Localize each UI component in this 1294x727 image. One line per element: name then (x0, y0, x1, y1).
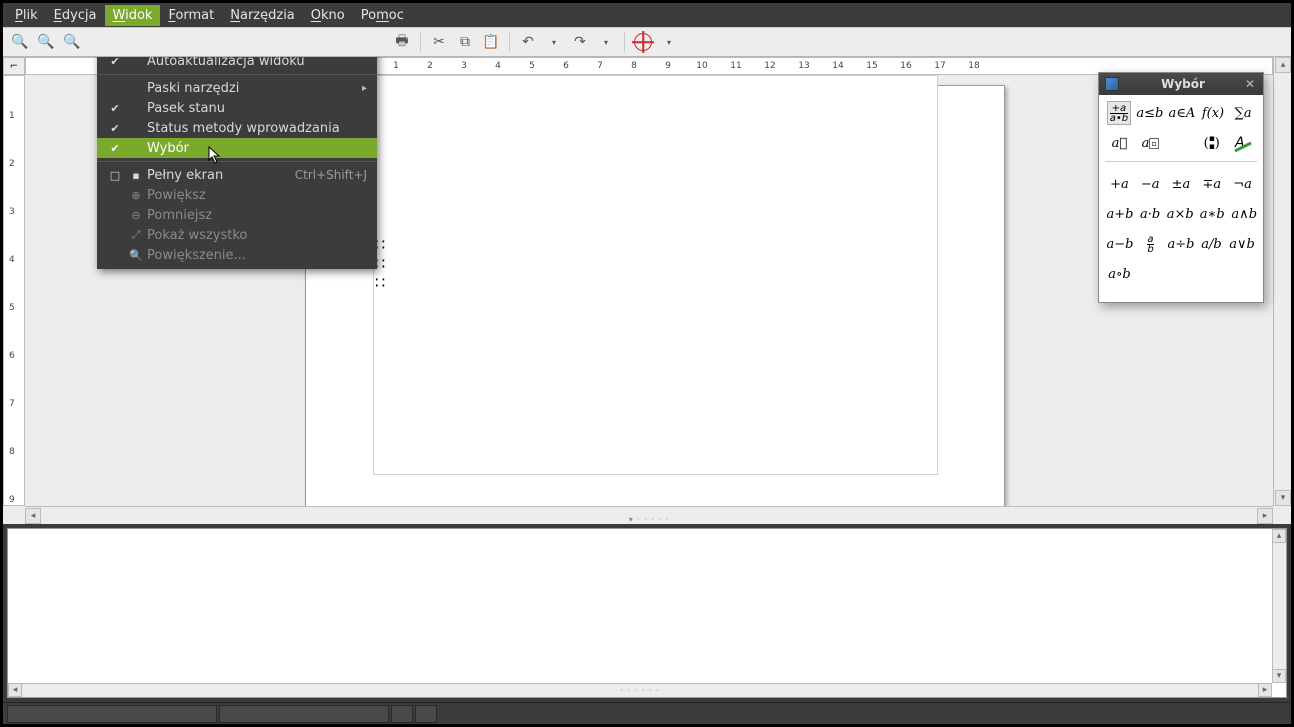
palette-op[interactable]: A (1230, 131, 1255, 155)
lower-splitter-grip[interactable]: · · · · · · (621, 686, 660, 695)
palette-op[interactable]: a·b (1139, 202, 1161, 226)
palette-op[interactable]: f(x) (1201, 101, 1225, 125)
menu-format[interactable]: Format (160, 5, 222, 26)
menuitem-pełny-ekran[interactable]: □▪Pełny ekranCtrl+Shift+J (97, 165, 377, 185)
lower-vertical-scrollbar[interactable]: ▴ ▾ (1272, 529, 1286, 683)
horizontal-scrollbar[interactable]: ◂ ▸ ▾ · · · · · (25, 506, 1273, 524)
undo-dropdown-icon[interactable]: ▾ (543, 31, 565, 53)
menuitem-powiększenie-: 🔍Powiększenie... (97, 245, 377, 265)
statusbar (3, 702, 1291, 724)
palette-op[interactable]: ∓a (1199, 172, 1224, 196)
menubar: PlikEdycjaWidokFormatNarzędziaOknoPomoc (3, 3, 1291, 27)
palette-op (1199, 262, 1224, 286)
redo-icon[interactable]: ↷ (569, 31, 591, 53)
palette-op[interactable]: a∗b (1199, 202, 1225, 226)
palette-op[interactable]: a∈A (1169, 101, 1195, 125)
menu-pomoc[interactable]: Pomoc (353, 5, 412, 26)
menuitem-autoaktualizacja-widoku[interactable]: ✔Autoaktualizacja widoku (97, 57, 377, 71)
palette-app-icon (1105, 77, 1119, 91)
palette-op[interactable]: −a (1138, 172, 1163, 196)
menu-widok[interactable]: Widok (105, 5, 161, 26)
copy-icon[interactable]: ⧉ (454, 31, 476, 53)
document-text-frame[interactable] (373, 75, 938, 475)
palette-op[interactable]: ab (1139, 232, 1162, 256)
menu-edycja[interactable]: Edycja (46, 5, 105, 26)
menuitem-paski-narzędzi[interactable]: Paski narzędzi▸ (97, 78, 377, 98)
palette-title-text: Wybór (1123, 77, 1243, 91)
formula-input-pane[interactable]: ▴ ▾ ◂ ▸ · · · · · · (7, 528, 1287, 698)
palette-op[interactable]: ∑a (1231, 101, 1255, 125)
palette-op[interactable]: a÷b (1168, 232, 1194, 256)
palette-op[interactable]: ¬a (1230, 172, 1255, 196)
menu-narzędzia[interactable]: Narzędzia (222, 5, 303, 26)
ruler-corner[interactable]: ⌐ (3, 57, 25, 75)
palette-op (1230, 262, 1255, 286)
cursor-pointer-icon (208, 146, 224, 166)
palette-body: +aa•ba≤ba∈Af(x)∑a a⃗a▫ (▪▪)A +a−a±a∓a¬a a+… (1099, 95, 1263, 302)
close-icon[interactable]: ✕ (1243, 77, 1257, 91)
paste-icon[interactable]: 📋 (480, 31, 502, 53)
menuitem-pokaż-wszystko: ⤢Pokaż wszystko (97, 225, 377, 245)
menu-okno[interactable]: Okno (303, 5, 353, 26)
palette-op[interactable]: +a (1107, 172, 1132, 196)
palette-titlebar[interactable]: Wybór ✕ (1099, 73, 1263, 95)
status-cell-4[interactable] (415, 705, 437, 723)
cut-icon[interactable]: ✂ (428, 31, 450, 53)
status-cell-2 (219, 705, 389, 723)
palette-op[interactable]: a×b (1167, 202, 1193, 226)
menu-plik[interactable]: Plik (7, 5, 46, 26)
status-cell-1 (7, 705, 217, 723)
palette-op[interactable]: a∘b (1107, 262, 1132, 286)
palette-op[interactable]: a−b (1107, 232, 1133, 256)
palette-op[interactable]: a/b (1200, 232, 1223, 256)
palette-op[interactable]: ±a (1169, 172, 1194, 196)
ruler-vertical[interactable]: 123456789 (3, 75, 25, 506)
palette-op[interactable]: a+b (1107, 202, 1133, 226)
palette-op (1138, 262, 1163, 286)
palette-op[interactable]: a∧b (1231, 202, 1257, 226)
zoom-in-icon[interactable]: 🔍 (9, 31, 31, 53)
menuitem-wybór[interactable]: ✔Wybór (97, 138, 377, 158)
palette-op[interactable]: a≤b (1137, 101, 1163, 125)
toolbar: 🔍 🔍 🔍 🖶 ✂ ⧉ 📋 ↶ ▾ ↷ ▾ ▾ (3, 27, 1291, 57)
palette-op (1169, 131, 1194, 155)
palette-op (1169, 262, 1194, 286)
undo-icon[interactable]: ↶ (517, 31, 539, 53)
view-menu-dropdown: ⟳AktualizujF9✔Autoaktualizacja widokuPas… (97, 57, 377, 269)
palette-op[interactable]: a⃗ (1107, 131, 1132, 155)
palette-op[interactable]: (▪▪) (1199, 131, 1224, 155)
vertical-scrollbar[interactable]: ▴ ▾ (1273, 57, 1291, 506)
redo-dropdown-icon[interactable]: ▾ (595, 31, 617, 53)
splitter-grip[interactable]: ▾ · · · · · (629, 515, 669, 524)
palette-op[interactable]: a∨b (1229, 232, 1255, 256)
menuitem-pomniejsz: ⊖Pomniejsz (97, 205, 377, 225)
status-cell-3[interactable] (391, 705, 413, 723)
menuitem-pasek-stanu[interactable]: ✔Pasek stanu (97, 98, 377, 118)
selection-palette[interactable]: Wybór ✕ +aa•ba≤ba∈Af(x)∑a a⃗a▫ (▪▪)A +a−a… (1098, 72, 1264, 303)
menuitem-status-metody-wprowadzania[interactable]: ✔Status metody wprowadzania (97, 118, 377, 138)
lower-horizontal-scrollbar[interactable]: ◂ ▸ · · · · · · (8, 683, 1272, 697)
formula-cursor-icon[interactable] (632, 31, 654, 53)
palette-op[interactable]: a▫ (1138, 131, 1163, 155)
print-icon[interactable]: 🖶 (391, 31, 413, 53)
menuitem-powiększ: ⊕Powiększ (97, 185, 377, 205)
zoom-out-icon[interactable]: 🔍 (61, 31, 83, 53)
zoom-actual-icon[interactable]: 🔍 (35, 31, 57, 53)
palette-op[interactable]: +aa•b (1107, 101, 1131, 125)
formula-cursor-dropdown-icon[interactable]: ▾ (658, 31, 680, 53)
